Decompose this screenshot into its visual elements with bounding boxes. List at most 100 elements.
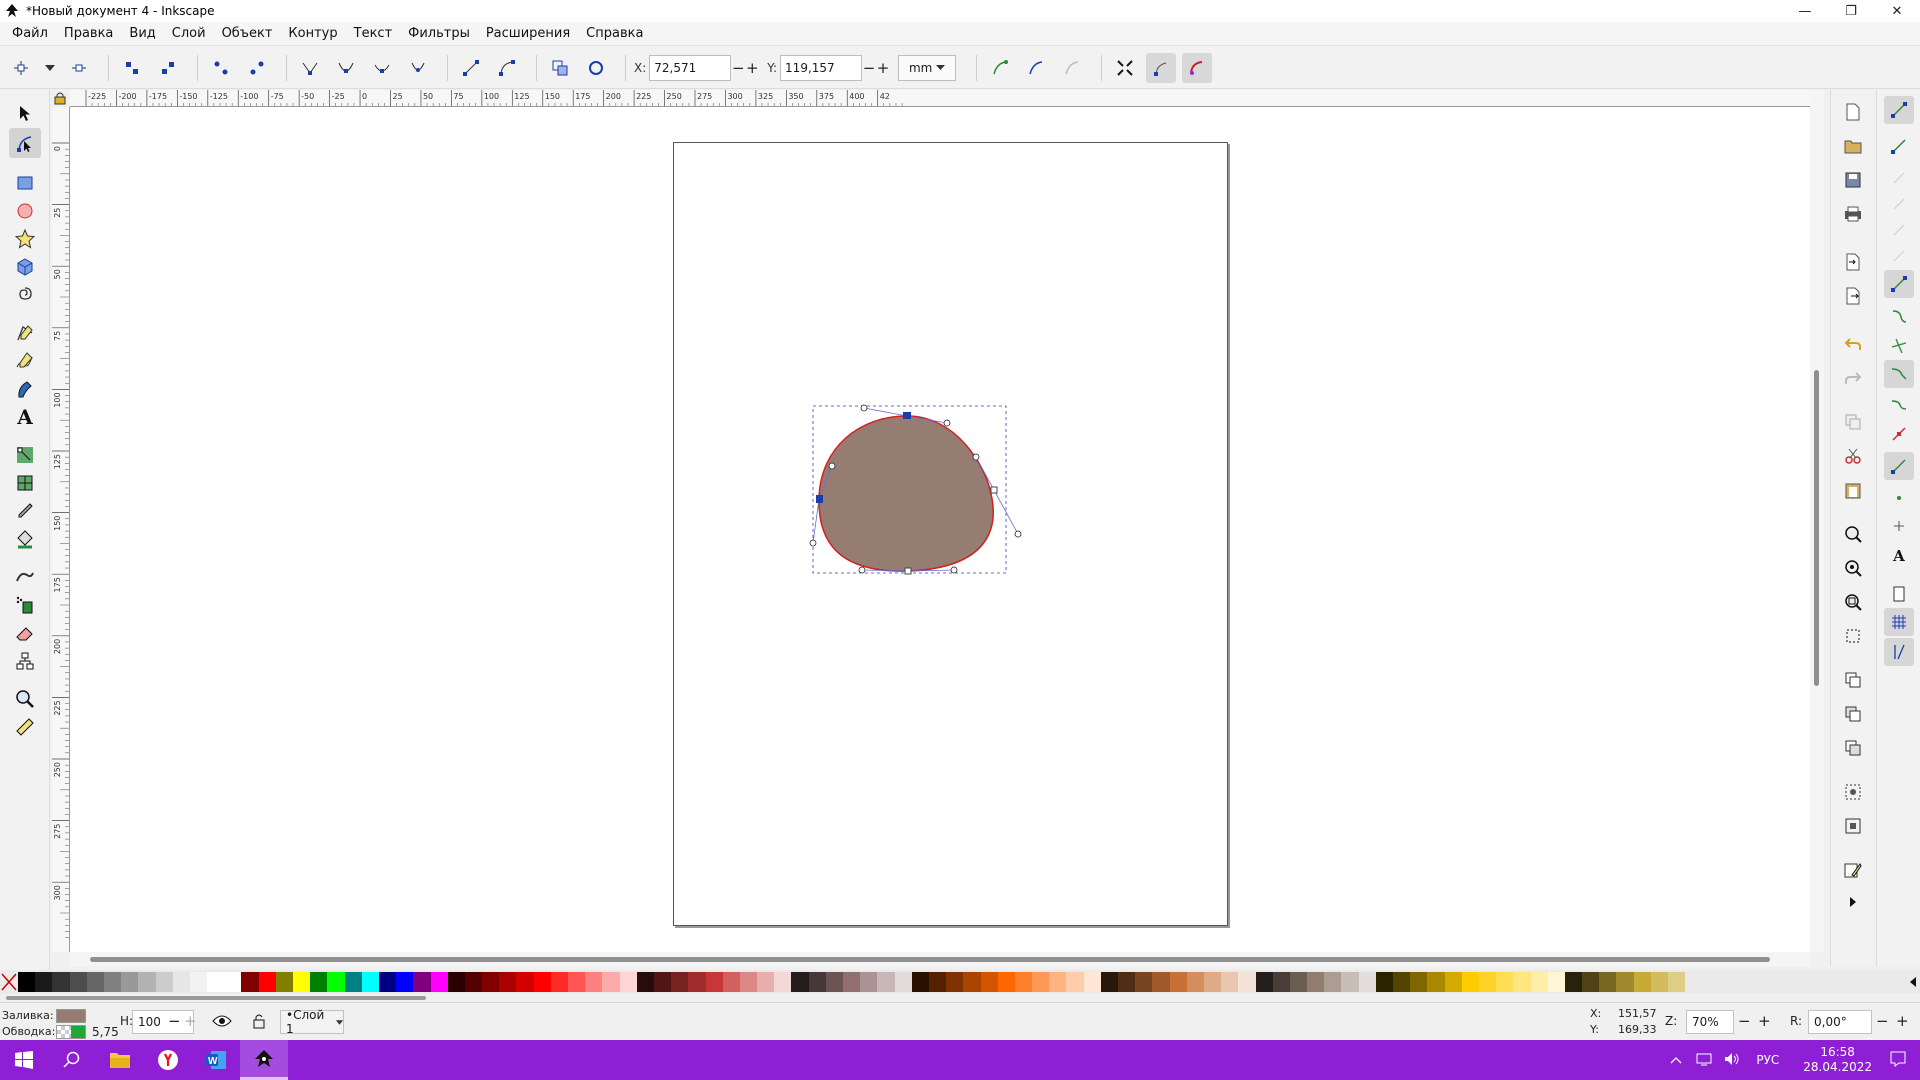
snap-bbox-edges-icon[interactable] — [1884, 164, 1914, 192]
color-swatch[interactable] — [1633, 972, 1651, 992]
color-swatch[interactable] — [1169, 972, 1187, 992]
color-swatch[interactable] — [18, 972, 36, 992]
color-swatch[interactable] — [1393, 972, 1411, 992]
lock-icon[interactable] — [252, 1013, 266, 1032]
color-swatch[interactable] — [327, 972, 345, 992]
inkscape-taskbar-button[interactable] — [240, 1040, 288, 1080]
color-swatch[interactable] — [1358, 972, 1376, 992]
yandex-browser-button[interactable] — [144, 1040, 192, 1080]
network-icon[interactable] — [1696, 1052, 1712, 1069]
color-swatch[interactable] — [1066, 972, 1084, 992]
import-icon[interactable] — [1841, 250, 1865, 274]
next-path-effect-icon[interactable] — [985, 53, 1015, 83]
color-swatch[interactable] — [430, 972, 448, 992]
scroll-thumb[interactable] — [6, 996, 426, 1000]
color-swatch[interactable] — [275, 972, 293, 992]
color-swatch[interactable] — [1444, 972, 1462, 992]
snap-paths-icon[interactable] — [1884, 302, 1914, 330]
color-swatch[interactable] — [894, 972, 912, 992]
color-swatch[interactable] — [1513, 972, 1531, 992]
zoom-input[interactable]: 70% — [1686, 1010, 1734, 1034]
color-swatch[interactable] — [413, 972, 431, 992]
color-swatch[interactable] — [1100, 972, 1118, 992]
no-paint-swatch[interactable] — [0, 972, 18, 992]
tweak-tool-icon[interactable] — [9, 562, 41, 592]
paste-icon[interactable] — [1841, 478, 1865, 502]
color-swatch[interactable] — [1616, 972, 1634, 992]
color-swatch[interactable] — [155, 972, 173, 992]
color-swatch[interactable] — [757, 972, 775, 992]
color-swatch[interactable] — [860, 972, 878, 992]
visibility-eye-icon[interactable] — [212, 1013, 232, 1032]
snap-enable-icon[interactable] — [1884, 96, 1914, 124]
rotate-input[interactable]: 0,00° — [1808, 1010, 1872, 1034]
color-swatch[interactable] — [1118, 972, 1136, 992]
color-swatch[interactable] — [1289, 972, 1308, 992]
snap-line-midpoints-icon[interactable] — [1884, 420, 1914, 448]
color-swatch[interactable] — [499, 972, 517, 992]
color-swatch[interactable] — [550, 972, 568, 992]
menu-help[interactable]: Справка — [578, 22, 651, 46]
color-swatch[interactable] — [1530, 972, 1548, 992]
show-outline-icon[interactable] — [1182, 52, 1213, 83]
color-swatch[interactable] — [1049, 972, 1067, 992]
color-swatch[interactable] — [1083, 972, 1101, 992]
color-swatch[interactable] — [344, 972, 362, 992]
color-swatch[interactable] — [1272, 972, 1290, 992]
menu-view[interactable]: Вид — [121, 22, 163, 46]
snap-rotation-centers-icon[interactable] — [1884, 512, 1914, 540]
color-swatch[interactable] — [1135, 972, 1153, 992]
color-swatch[interactable] — [739, 972, 758, 992]
cut-icon[interactable] — [1841, 444, 1865, 468]
x-input[interactable]: 72,571 — [649, 54, 732, 81]
color-swatch[interactable] — [293, 972, 311, 992]
open-folder-icon[interactable] — [1841, 134, 1865, 158]
color-swatch[interactable] — [103, 972, 122, 992]
color-swatch[interactable] — [447, 972, 465, 992]
color-swatch[interactable] — [1238, 972, 1256, 992]
volume-icon[interactable] — [1724, 1052, 1740, 1069]
vertical-scrollbar[interactable] — [1810, 90, 1824, 952]
color-swatch[interactable] — [825, 972, 843, 992]
color-swatch[interactable] — [310, 972, 328, 992]
snap-intersections-icon[interactable] — [1884, 332, 1914, 360]
join-segment-icon[interactable] — [206, 53, 236, 83]
snap-page-border-icon[interactable] — [1884, 580, 1914, 608]
color-swatch[interactable] — [516, 972, 534, 992]
segment-curve-icon[interactable] — [492, 53, 522, 83]
ellipse-tool-icon[interactable] — [9, 196, 41, 226]
color-swatch[interactable] — [1564, 972, 1583, 992]
color-swatch[interactable] — [1324, 972, 1342, 992]
chevron-up-icon[interactable] — [1670, 1053, 1682, 1067]
color-swatch[interactable] — [207, 972, 225, 992]
mask-edit-icon[interactable] — [1057, 53, 1087, 83]
vertical-ruler[interactable]: 0 25 50 75 100 125 150 175 200 225 250 275 300 — [52, 107, 70, 952]
color-swatch[interactable] — [1650, 972, 1668, 992]
snap-bbox-midpoints-icon[interactable] — [1884, 216, 1914, 244]
node-tool-icon[interactable] — [9, 128, 41, 158]
snap-text-baseline-icon[interactable]: A — [1884, 542, 1914, 570]
color-swatch[interactable] — [705, 972, 723, 992]
menu-extensions[interactable]: Расширения — [478, 22, 578, 46]
color-swatch[interactable] — [1203, 972, 1222, 992]
x-decrement-button[interactable]: − — [731, 59, 745, 77]
color-swatch[interactable] — [671, 972, 689, 992]
group-icon[interactable] — [1841, 780, 1865, 804]
spiral-tool-icon[interactable] — [9, 280, 41, 310]
delete-node-icon[interactable] — [64, 53, 94, 83]
rectangle-tool-icon[interactable] — [9, 168, 41, 198]
delete-segment-icon[interactable] — [242, 53, 272, 83]
color-swatch[interactable] — [980, 972, 998, 992]
stroke-to-path-icon[interactable] — [581, 53, 611, 83]
color-swatch[interactable] — [1478, 972, 1497, 992]
stroke-indicator[interactable] — [56, 1025, 86, 1039]
text-tool-icon[interactable]: A — [9, 402, 41, 432]
notification-icon[interactable] — [1890, 1051, 1906, 1070]
color-swatch[interactable] — [928, 972, 947, 992]
color-swatch[interactable] — [533, 972, 551, 992]
opacity-increment-button[interactable]: + — [184, 1012, 197, 1030]
color-swatch[interactable] — [843, 972, 861, 992]
xml-editor-icon[interactable] — [1841, 858, 1865, 882]
snap-bbox-corners-icon[interactable] — [1884, 190, 1914, 218]
color-swatch[interactable] — [1410, 972, 1428, 992]
